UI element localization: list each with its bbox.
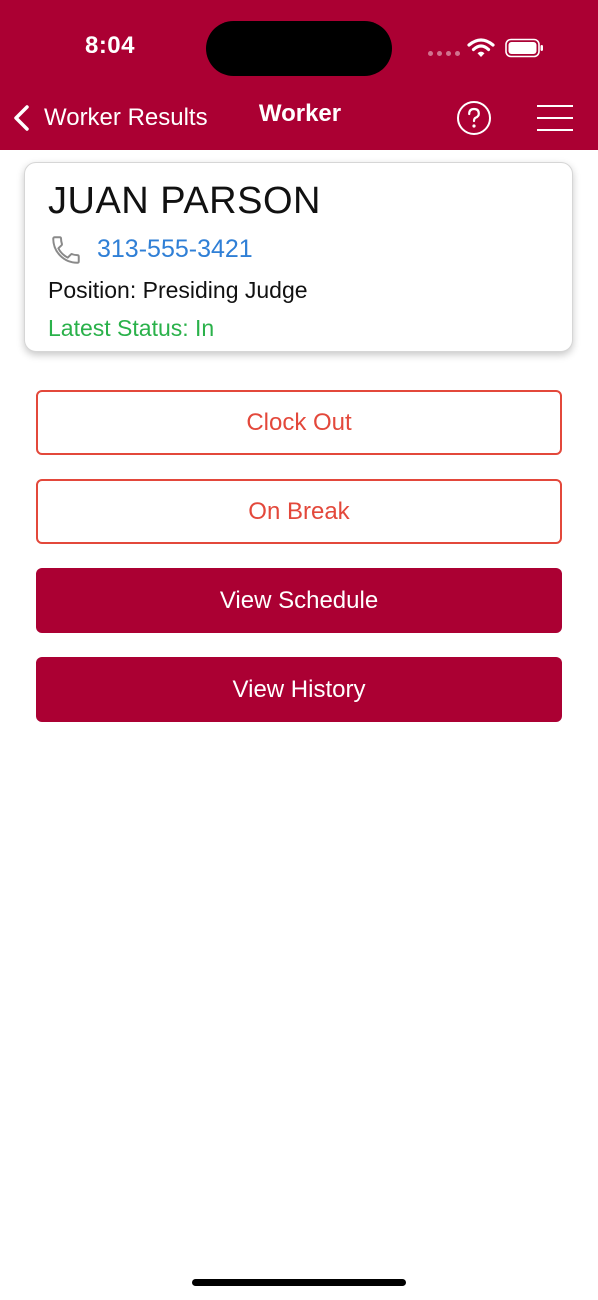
home-indicator[interactable] — [192, 1279, 406, 1286]
chevron-left-icon — [14, 105, 29, 131]
wifi-icon — [467, 38, 495, 57]
worker-position: Position: Presiding Judge — [48, 277, 308, 303]
hamburger-menu-icon[interactable] — [537, 104, 573, 132]
worker-name: JUAN PARSON — [48, 180, 321, 222]
page-title: Worker — [258, 100, 342, 127]
phone-number-link[interactable]: 313-555-3421 — [97, 235, 253, 264]
worker-latest-status: Latest Status: In — [48, 315, 215, 341]
view-history-button[interactable]: View History — [36, 657, 562, 722]
phone-icon — [52, 236, 80, 264]
battery-icon — [505, 38, 543, 58]
app-header: 8:04 Worker Results Worker — [0, 0, 598, 150]
help-icon[interactable] — [456, 100, 492, 136]
back-button[interactable]: Worker Results — [8, 96, 208, 140]
view-schedule-button[interactable]: View Schedule — [36, 568, 562, 633]
status-bar-time: 8:04 — [84, 32, 136, 59]
clock-out-button[interactable]: Clock Out — [36, 390, 562, 455]
dynamic-island — [206, 21, 392, 76]
worker-card: JUAN PARSON 313-555-3421 Position: Presi… — [24, 162, 573, 352]
back-button-label: Worker Results — [44, 104, 208, 131]
on-break-button[interactable]: On Break — [36, 479, 562, 544]
